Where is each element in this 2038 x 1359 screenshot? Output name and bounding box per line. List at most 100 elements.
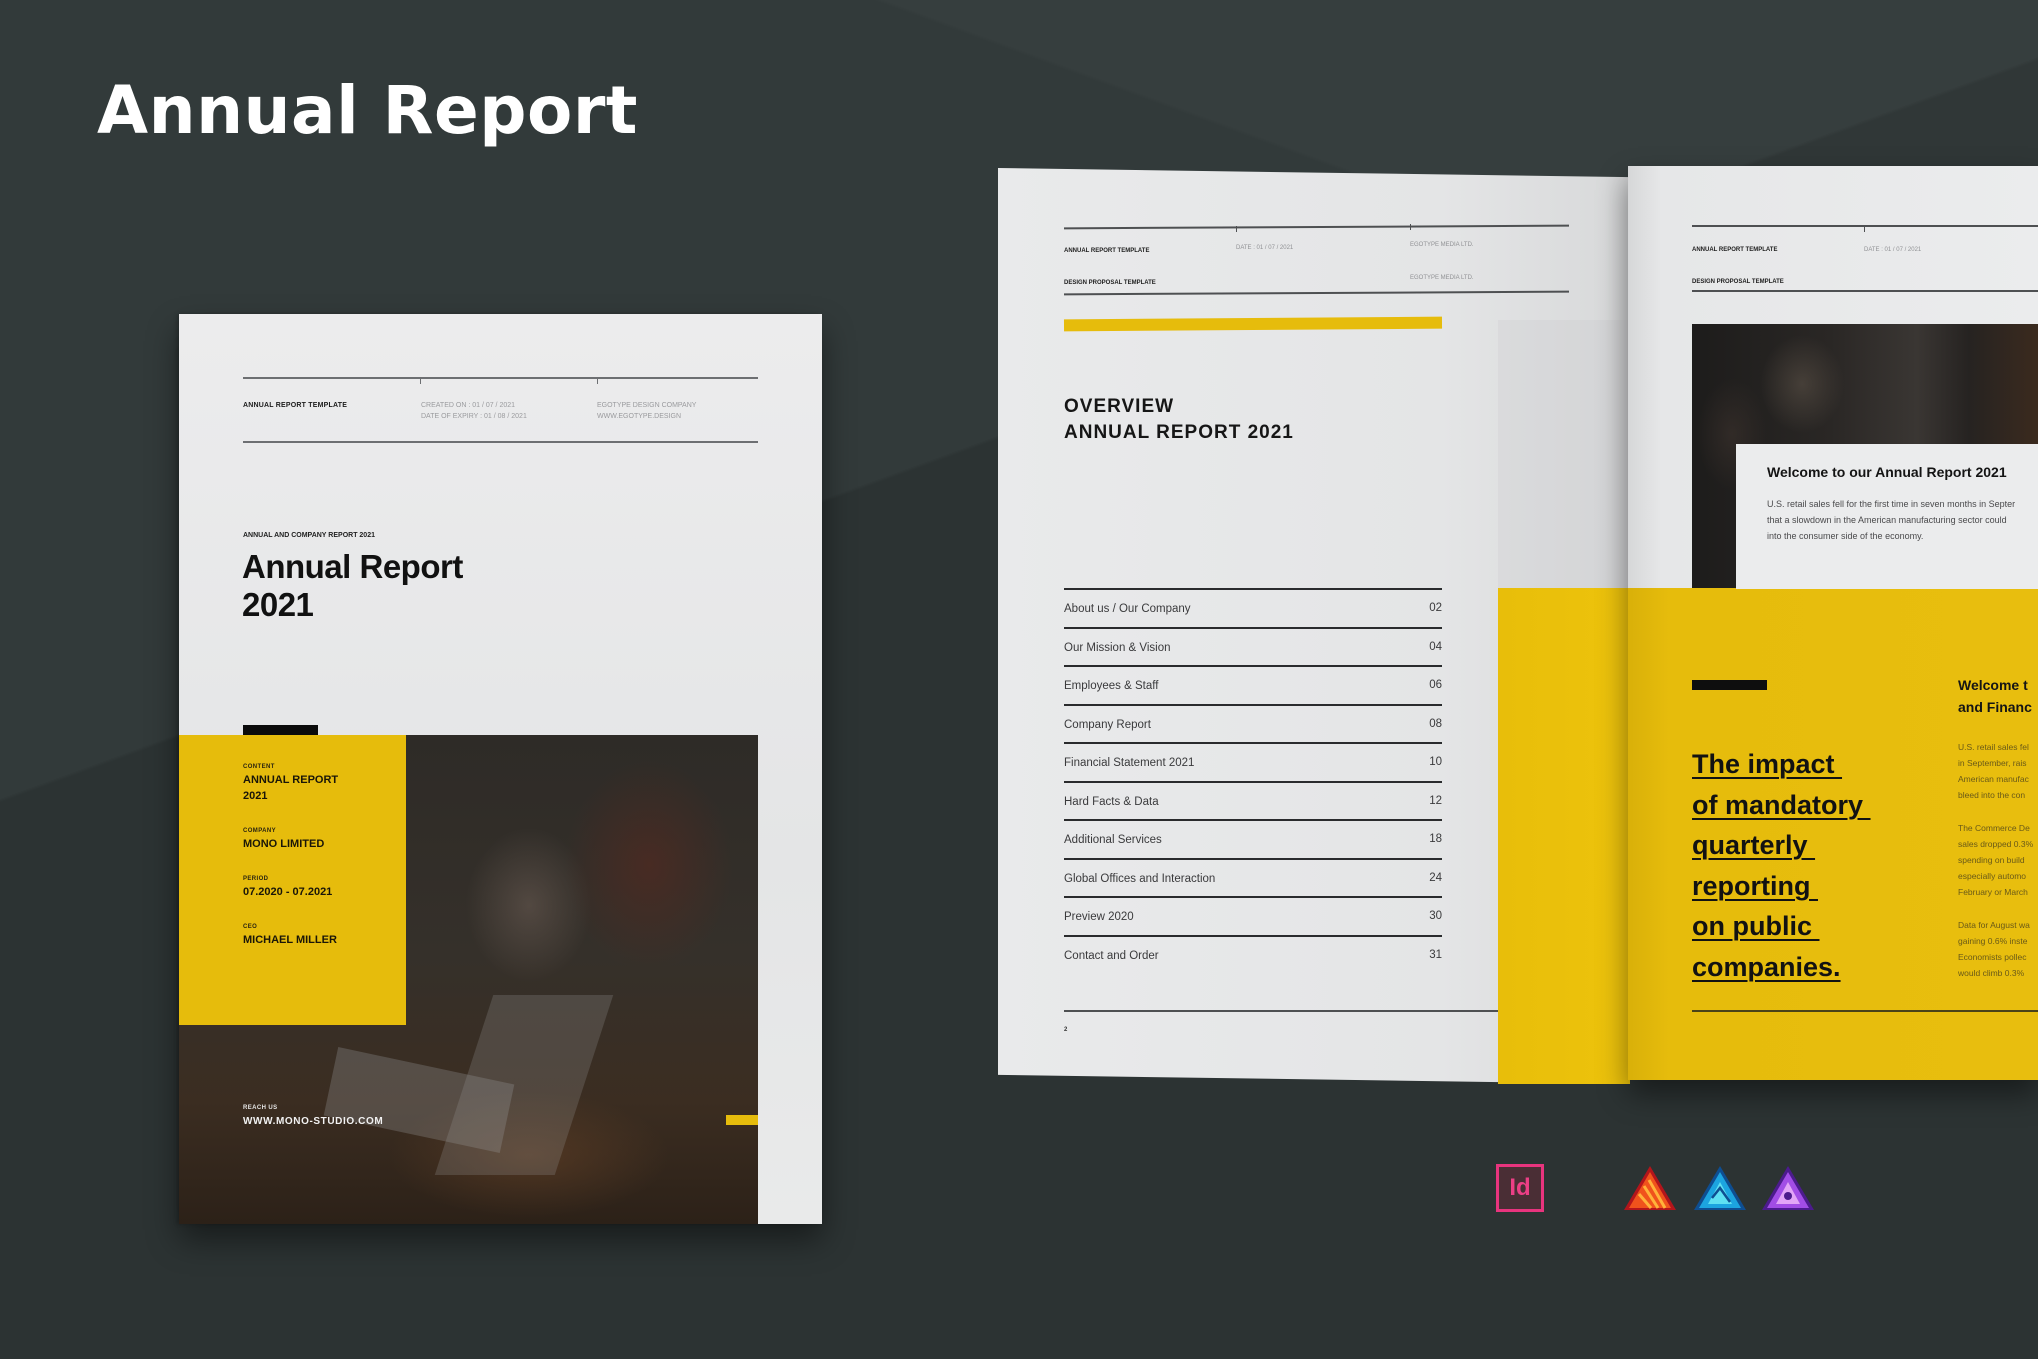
toc-row[interactable]: Global Offices and Interaction 24 (1064, 857, 1442, 897)
welcome-title: Welcome to our Annual Report 2021 (1767, 464, 2007, 480)
content-value: ANNUAL REPORT 2021 (243, 772, 338, 804)
cover-page: ANNUAL REPORT TEMPLATE CREATED ON : 01 /… (179, 314, 822, 1224)
header-top-rule (243, 377, 758, 379)
header-tick (1236, 226, 1237, 232)
paragraph-line: especially automo (1958, 871, 2027, 881)
cover-title-line1: Annual Report (242, 548, 463, 585)
black-accent-bar (1692, 680, 1767, 690)
impact-line: quarterly (1692, 830, 1816, 860)
toc-page: 12 (1429, 794, 1442, 807)
overview-heading: OVERVIEW ANNUAL REPORT 2021 (1064, 394, 1294, 446)
content-value-line2: 2021 (243, 790, 268, 802)
header-company: EGOTYPE DESIGN COMPANY (597, 402, 697, 409)
yellow-accent-bar (1063, 316, 1443, 332)
toc-row[interactable]: About us / Our Company 02 (1064, 588, 1442, 627)
reach-us-label: REACH US (243, 1105, 278, 1111)
column-paragraph: Data for August wa gaining 0.6% inste Ec… (1958, 917, 2030, 981)
toc-page: 04 (1429, 640, 1442, 653)
page-title: Annual Report (97, 72, 638, 149)
content-label: CONTENT (243, 764, 275, 770)
paragraph-line: in September, rais (1958, 758, 2027, 768)
toc-label: Additional Services (1064, 834, 1162, 846)
toc-row[interactable]: Employees & Staff 06 (1064, 665, 1442, 704)
paragraph-line: The Commerce De (1958, 823, 2030, 833)
overview-line2: ANNUAL REPORT 2021 (1064, 422, 1294, 443)
content-value-line1: ANNUAL REPORT (243, 774, 339, 786)
header-bottom-rule (1692, 290, 2038, 292)
toc-row[interactable]: Company Report 08 (1064, 703, 1442, 743)
welcome-body-line: into the consumer side of the economy. (1767, 531, 1924, 541)
header-bottom-rule (1063, 290, 1570, 296)
cover-title-line2: 2021 (242, 586, 314, 623)
impact-headline: The impact of mandatory quarterly report… (1692, 744, 1871, 987)
paragraph-line: Economists pollec (1958, 952, 2027, 962)
paragraph-line: bleed into the con (1958, 790, 2026, 800)
cover-title: Annual Report 2021 (242, 548, 463, 624)
toc-label: Company Report (1064, 718, 1151, 731)
table-of-contents: About us / Our Company 02 Our Mission & V… (1064, 588, 1442, 973)
toc-page: 18 (1429, 833, 1442, 845)
header-label-2: DESIGN PROPOSAL TEMPLATE (1692, 279, 1784, 285)
toc-label: About us / Our Company (1064, 603, 1191, 615)
toc-page: 10 (1429, 756, 1442, 768)
impact-line: The impact (1692, 749, 1843, 779)
yellow-bleed-panel (1498, 588, 1630, 1084)
paragraph-line: U.S. retail sales fel (1958, 742, 2029, 752)
welcome-body-line: that a slowdown in the American manufact… (1767, 515, 2007, 525)
welcome-heading-2-line1: Welcome t (1958, 677, 2028, 693)
welcome-card: Welcome to our Annual Report 2021 U.S. r… (1736, 444, 2038, 589)
page-number: 2 (1064, 1027, 1068, 1033)
toc-row[interactable]: Hard Facts & Data 12 (1064, 780, 1442, 820)
yellow-accent-dash (726, 1115, 758, 1125)
company-label: COMPANY (243, 828, 277, 834)
toc-row[interactable]: Financial Statement 2021 10 (1064, 742, 1442, 781)
overview-line1: OVERVIEW (1064, 396, 1175, 417)
paragraph-line: spending on build (1958, 855, 2025, 865)
toc-label: Employees & Staff (1064, 680, 1159, 692)
indesign-icon: Id (1496, 1164, 1544, 1212)
toc-label: Our Mission & Vision (1064, 641, 1171, 654)
header-date: DATE : 01 / 07 / 2021 (1864, 247, 1922, 253)
welcome-heading-2: Welcome t and Financ (1958, 674, 2032, 718)
toc-row[interactable]: Our Mission & Vision 04 (1064, 626, 1442, 666)
paragraph-line: American manufac (1958, 774, 2029, 784)
cover-info-panel: CONTENT ANNUAL REPORT 2021 COMPANY MONO … (179, 735, 406, 1025)
toc-row[interactable]: Preview 2020 30 (1064, 896, 1442, 935)
period-value: 07.2020 - 07.2021 (243, 886, 333, 898)
header-top-rule (1063, 224, 1570, 230)
toc-page: 24 (1429, 871, 1442, 884)
toc-label: Contact and Order (1064, 949, 1159, 962)
toc-label: Hard Facts & Data (1064, 795, 1159, 808)
header-website: WWW.EGOTYPE.DESIGN (597, 413, 682, 420)
footer-rule (1064, 1010, 1569, 1012)
affinity-photo-icon (1762, 1166, 1814, 1210)
paragraph-line: February or March (1958, 887, 2028, 897)
header-label: ANNUAL REPORT TEMPLATE (243, 402, 348, 409)
impact-line: of mandatory (1692, 789, 1871, 820)
toc-row[interactable]: Contact and Order 31 (1064, 934, 1442, 974)
header-company-1: EGOTYPE MEDIA LTD. (1410, 242, 1474, 248)
affinity-publisher-icon (1624, 1166, 1676, 1210)
company-value: MONO LIMITED (243, 838, 325, 850)
paragraph-line: gaining 0.6% inste (1958, 936, 2028, 946)
toc-label: Preview 2020 (1064, 911, 1134, 923)
affinity-designer-icon (1694, 1166, 1746, 1210)
header-created-on: CREATED ON : 01 / 07 / 2021 (421, 402, 516, 409)
toc-page: 31 (1429, 948, 1442, 961)
period-label: PERIOD (243, 876, 269, 882)
toc-page: 02 (1429, 602, 1442, 614)
header-expiry: DATE OF EXPIRY : 01 / 08 / 2021 (421, 413, 527, 420)
cover-subtitle: ANNUAL AND COMPANY REPORT 2021 (243, 532, 375, 539)
column-paragraph: The Commerce De sales dropped 0.3% spend… (1958, 820, 2033, 900)
ceo-label: CEO (243, 924, 258, 930)
header-label-1: ANNUAL REPORT TEMPLATE (1692, 247, 1778, 253)
header-label-2: DESIGN PROPOSAL TEMPLATE (1064, 280, 1156, 286)
header-bottom-rule (243, 441, 758, 443)
toc-label: Global Offices and Interaction (1064, 872, 1216, 885)
welcome-heading-2-line2: and Financ (1958, 699, 2032, 715)
impact-line: reporting (1692, 870, 1818, 901)
toc-row[interactable]: Additional Services 18 (1064, 819, 1442, 858)
spread-right-page: ANNUAL REPORT TEMPLATE DATE : 01 / 07 / … (1628, 166, 2038, 1080)
header-company-2: EGOTYPE MEDIA LTD. (1410, 275, 1474, 281)
header-tick (1410, 224, 1411, 230)
